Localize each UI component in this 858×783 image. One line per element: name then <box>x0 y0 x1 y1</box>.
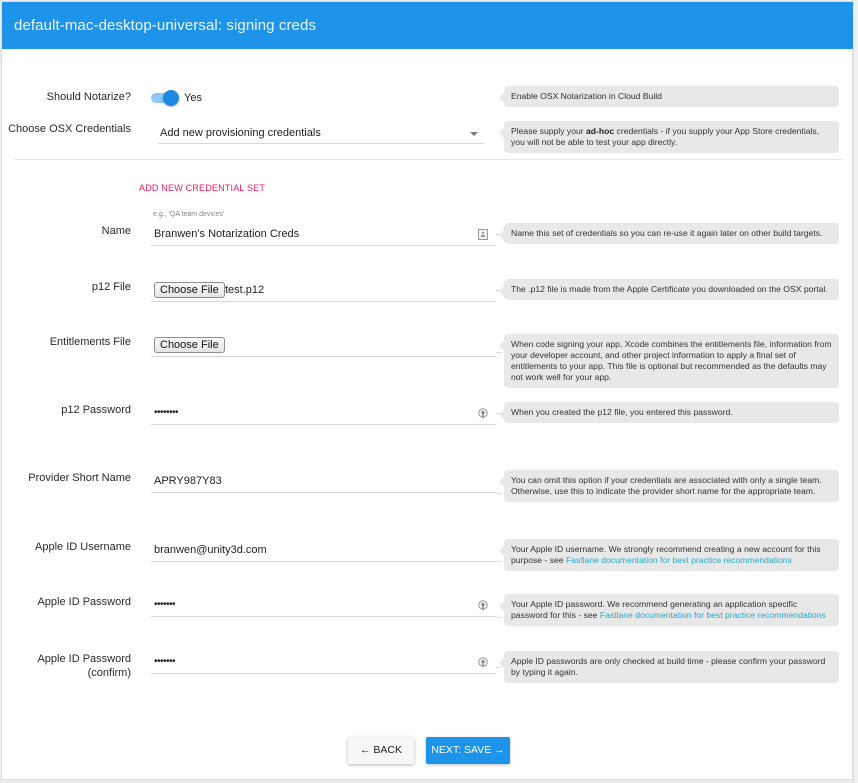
divider <box>14 159 843 160</box>
label-line-2: (confirm) <box>87 667 131 679</box>
credentials-selected: Add new provisioning credentials <box>160 127 321 139</box>
hint-text: Please supply your <box>511 126 586 136</box>
apple-username-value: branwen@unity3d.com <box>154 544 267 556</box>
p12-filename: test.p12 <box>225 284 265 296</box>
notarize-hint: Enable OSX Notarization in Cloud Build <box>499 86 839 107</box>
back-button[interactable]: ← BACK <box>348 737 414 764</box>
p12-file-hint: The .p12 file is made from the Apple Cer… <box>499 279 839 300</box>
name-hint: Name this set of credentials so you can … <box>499 223 839 244</box>
p12-file-field: Choose File test.p12 <box>151 278 496 302</box>
apple-username-label: Apple ID Username <box>35 541 131 553</box>
provider-input[interactable]: APRY987Y83 <box>151 469 496 493</box>
notarize-toggle[interactable] <box>151 90 179 106</box>
fastlane-docs-link[interactable]: Fastlane documentation for best practice… <box>566 555 792 565</box>
scrollbar[interactable] <box>853 0 858 783</box>
notarize-toggle-label: Yes <box>184 92 202 104</box>
fastlane-docs-link[interactable]: Fastlane documentation for best practice… <box>600 610 826 620</box>
p12-password-label: p12 Password <box>61 404 131 416</box>
hint-connector <box>496 493 502 494</box>
entitlements-field: Choose File <box>151 333 496 357</box>
apple-username-input[interactable]: branwen@unity3d.com <box>151 538 496 562</box>
page-title: default-mac-desktop-universal: signing c… <box>2 2 853 49</box>
apple-password-confirm-label: Apple ID Password (confirm) <box>0 652 131 680</box>
credentials-select[interactable]: Add new provisioning credentials <box>158 122 484 144</box>
dialog: default-mac-desktop-universal: signing c… <box>1 1 853 780</box>
apple-password-input[interactable]: ••••••• <box>151 593 496 617</box>
provider-hint: You can omit this option if your credent… <box>499 470 839 502</box>
key-icon <box>478 657 488 667</box>
key-icon <box>478 600 488 610</box>
hint-connector <box>496 617 502 618</box>
credentials-label: Choose OSX Credentials <box>8 123 131 135</box>
p12-password-hint: When you created the p12 file, you enter… <box>499 402 839 423</box>
key-icon <box>478 408 488 418</box>
contact-card-icon <box>478 229 488 240</box>
apple-password-confirm-input[interactable]: ••••••• <box>151 650 496 674</box>
p12-choose-file-button[interactable]: Choose File <box>154 282 225 298</box>
apple-password-confirm-value: ••••••• <box>154 656 176 667</box>
apple-username-hint: Your Apple ID username. We strongly reco… <box>499 539 839 571</box>
notarize-label: Should Notarize? <box>46 91 131 103</box>
chevron-down-icon <box>470 132 478 136</box>
hint-bold: ad-hoc <box>586 126 615 136</box>
entitlements-label: Entitlements File <box>49 336 131 348</box>
apple-password-label: Apple ID Password <box>37 596 131 608</box>
hint-connector <box>496 561 502 562</box>
credentials-hint: Please supply your ad-hoc credentials - … <box>499 121 839 153</box>
p12-password-value: •••••••• <box>154 407 179 418</box>
entitlements-choose-file-button[interactable]: Choose File <box>154 337 225 353</box>
toggle-knob <box>163 90 179 106</box>
next-save-button[interactable]: NEXT: SAVE → <box>426 737 510 764</box>
provider-label: Provider Short Name <box>28 472 131 484</box>
p12-file-label: p12 File <box>91 281 131 293</box>
entitlements-hint: When code signing your app, Xcode combin… <box>499 334 839 388</box>
name-value: Branwen's Notarization Creds <box>154 228 300 240</box>
hint-connector <box>496 352 502 353</box>
provider-value: APRY987Y83 <box>154 475 222 487</box>
label-line-1: Apple ID Password <box>37 653 131 665</box>
apple-password-hint: Your Apple ID password. We recommend gen… <box>499 594 839 626</box>
section-title: ADD NEW CREDENTIAL SET <box>139 183 266 193</box>
name-input[interactable]: Branwen's Notarization Creds <box>151 222 496 246</box>
apple-password-confirm-hint: Apple ID passwords are only checked at b… <box>499 651 839 683</box>
name-placeholder-hint: e.g., 'QA team devices' <box>153 211 225 218</box>
p12-password-input[interactable]: •••••••• <box>151 401 496 425</box>
apple-password-value: ••••••• <box>154 599 176 610</box>
name-label: Name <box>101 225 131 237</box>
